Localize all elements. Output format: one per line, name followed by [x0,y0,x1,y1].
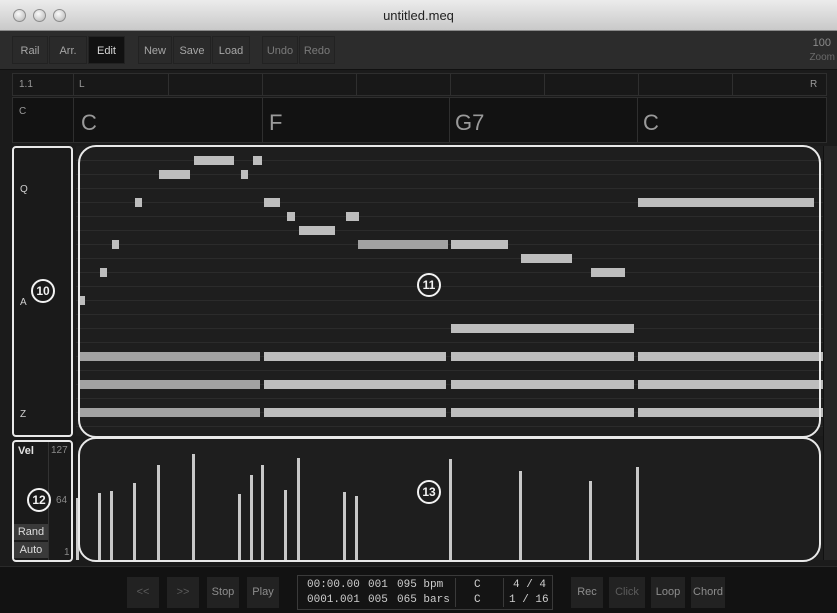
redo-button[interactable]: Redo [299,36,335,64]
stop-button[interactable]: Stop [207,577,239,608]
window-title: untitled.meq [383,8,454,23]
callout-12: 12 [27,488,51,512]
key-label: C [19,106,27,117]
load-button[interactable]: Load [212,36,250,64]
toolbar: Rail Arr. Edit New Save Load Undo Redo 1… [0,31,837,70]
arrange-button[interactable]: Arr. [49,36,87,64]
loop-right-marker[interactable]: R [810,79,817,90]
position-indicator: 1.1 [19,79,33,90]
undo-button[interactable]: Undo [262,36,298,64]
time-readout: 00:00.00 [307,579,360,591]
zoom-value[interactable]: 100 [813,37,831,50]
loop-button[interactable]: Loop [651,577,685,608]
forward-button[interactable]: >> [167,577,199,608]
record-button[interactable]: Rec [571,577,603,608]
chord-track[interactable]: C C F G7 C [12,97,827,143]
key-readout-1[interactable]: C [474,579,481,591]
bars-readout[interactable]: 065 bars [397,594,450,606]
rewind-button[interactable]: << [127,577,159,608]
quantize-readout[interactable]: 1 / 16 [509,594,549,606]
new-button[interactable]: New [138,36,172,64]
save-button[interactable]: Save [173,36,211,64]
title-bar: untitled.meq [0,0,837,31]
chord-button[interactable]: Chord [691,577,725,608]
time-signature[interactable]: 4 / 4 [513,579,546,591]
counter-2: 005 [368,594,388,606]
key-readout-2[interactable]: C [474,594,481,606]
callout-13: 13 [417,480,441,504]
edit-button[interactable]: Edit [88,36,125,64]
loop-left-marker[interactable]: L [79,79,85,90]
counter-1: 001 [368,579,388,591]
position-readout: 0001.001 [307,594,360,606]
rail-button[interactable]: Rail [12,36,48,64]
play-button[interactable]: Play [247,577,279,608]
transport-display: 00:00.00 0001.001 001 005 095 bpm 065 ba… [297,575,553,610]
timeline-ruler[interactable]: 1.1 L R [12,73,827,96]
chord-f[interactable]: F [269,110,282,136]
tempo-readout[interactable]: 095 bpm [397,579,443,591]
zoom-label: Zoom [809,52,835,63]
vertical-scrollbar[interactable] [823,146,837,560]
chord-g7[interactable]: G7 [455,110,484,136]
click-button[interactable]: Click [609,577,645,608]
velocity-lane-outline [78,437,821,562]
callout-10: 10 [31,279,55,303]
transport-bar: << >> Stop Play 00:00.00 0001.001 001 00… [0,566,837,613]
chord-c-1[interactable]: C [81,110,97,136]
callout-11: 11 [417,273,441,297]
chord-c-2[interactable]: C [643,110,659,136]
piano-roll-outline [78,145,821,438]
